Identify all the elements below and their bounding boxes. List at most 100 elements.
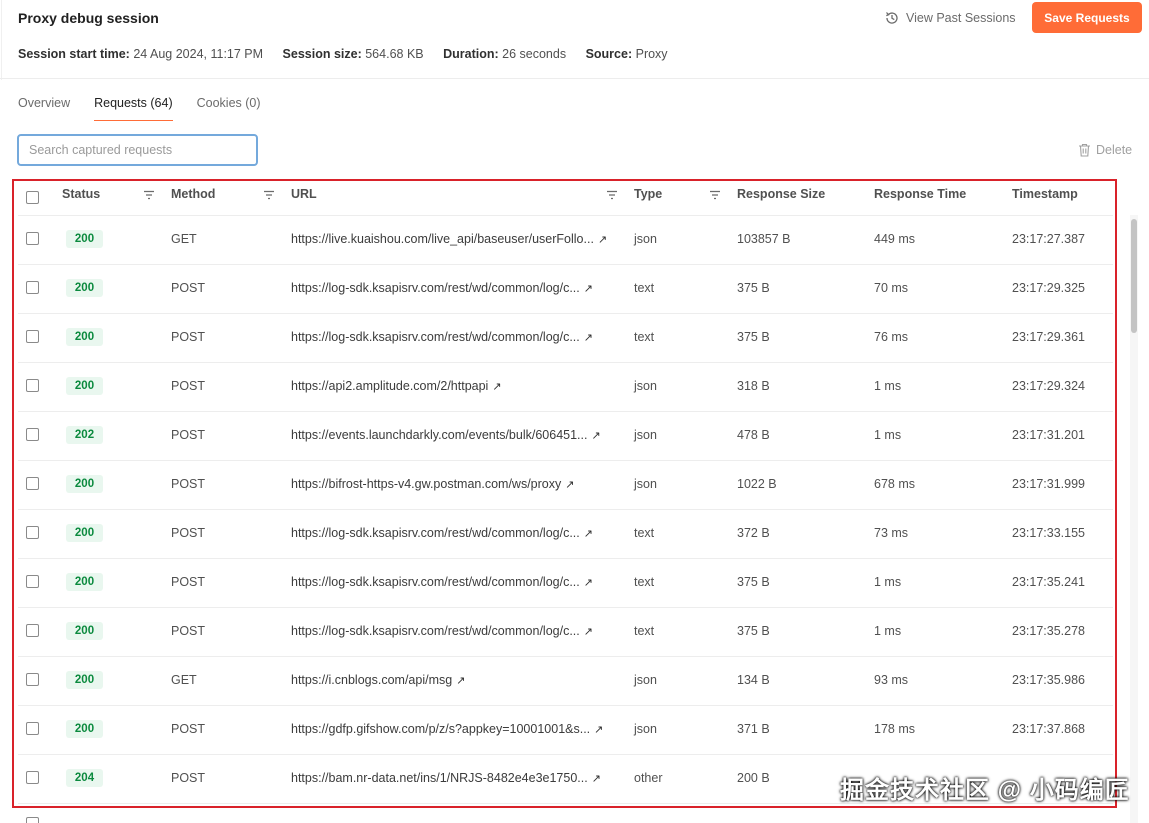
external-link-icon[interactable]: ↗ bbox=[584, 332, 593, 344]
table-row[interactable]: 200 POST https://log-sdk.ksapisrv.com/rest… bbox=[18, 314, 1113, 363]
row-checkbox[interactable] bbox=[26, 624, 39, 637]
external-link-icon[interactable]: ↗ bbox=[584, 528, 593, 540]
table-row[interactable]: 200 POST https://api2.amplitude.com/2/http… bbox=[18, 363, 1113, 412]
type-cell: json bbox=[634, 477, 657, 491]
type-cell: json bbox=[634, 428, 657, 442]
url-link[interactable]: https://log-sdk.ksapisrv.com/rest/wd/com… bbox=[291, 281, 580, 295]
url-link[interactable]: https://events.launchdarkly.com/events/b… bbox=[291, 428, 587, 442]
method-cell: POST bbox=[171, 624, 206, 638]
url-link[interactable]: https://log-sdk.ksapisrv.com/rest/wd/com… bbox=[291, 526, 580, 540]
type-filter-icon[interactable] bbox=[709, 189, 721, 201]
row-checkbox[interactable] bbox=[26, 722, 39, 735]
status-badge: 200 bbox=[66, 720, 103, 738]
external-link-icon[interactable]: ↗ bbox=[584, 626, 593, 638]
row-checkbox[interactable] bbox=[26, 232, 39, 245]
row-checkbox[interactable] bbox=[26, 379, 39, 392]
delete-button[interactable]: Delete bbox=[1078, 143, 1132, 157]
external-link-icon[interactable]: ↗ bbox=[598, 234, 607, 246]
method-cell: POST bbox=[171, 722, 206, 736]
column-timestamp: Timestamp bbox=[1012, 187, 1078, 201]
url-link[interactable]: https://bifrost-https-v4.gw.postman.com/… bbox=[291, 477, 561, 491]
response-time-cell: 678 ms bbox=[874, 477, 915, 491]
table-row[interactable]: 200 GET https://live.kuaishou.com/live_api… bbox=[18, 216, 1113, 265]
table-row[interactable]: 200 GET https://i.cnblogs.com/api/msg ↗ json… bbox=[18, 657, 1113, 706]
row-checkbox[interactable] bbox=[26, 526, 39, 539]
url-filter-icon[interactable] bbox=[606, 189, 618, 201]
method-cell: POST bbox=[171, 428, 206, 442]
timestamp-cell: 23:17:27.387 bbox=[1012, 232, 1085, 246]
timestamp-cell: 23:17:29.324 bbox=[1012, 379, 1085, 393]
method-cell: POST bbox=[171, 526, 206, 540]
table-row[interactable]: 200 POST https://log-sdk.ksapisrv.com/rest… bbox=[18, 559, 1113, 608]
row-checkbox[interactable] bbox=[26, 817, 39, 823]
row-checkbox[interactable] bbox=[26, 575, 39, 588]
url-link[interactable]: https://live.kuaishou.com/live_api/baseu… bbox=[291, 232, 594, 246]
method-filter-icon[interactable] bbox=[263, 189, 275, 201]
delete-label: Delete bbox=[1096, 143, 1133, 157]
external-link-icon[interactable]: ↗ bbox=[591, 430, 600, 442]
external-link-icon[interactable]: ↗ bbox=[584, 577, 593, 589]
table-row[interactable]: 200 POST https://gdfp.gifshow.com/p/z/s?ap… bbox=[18, 706, 1113, 755]
table-row[interactable]: 202 POST https://events.launchdarkly.com/e… bbox=[18, 412, 1113, 461]
url-link[interactable]: https://gdfp.gifshow.com/p/z/s?appkey=10… bbox=[291, 722, 590, 736]
external-link-icon[interactable]: ↗ bbox=[594, 724, 603, 736]
url-link[interactable]: https://i.cnblogs.com/api/msg bbox=[291, 673, 452, 687]
type-cell: json bbox=[634, 232, 657, 246]
scrollbar-thumb[interactable] bbox=[1131, 219, 1137, 333]
type-cell: json bbox=[634, 722, 657, 736]
row-checkbox[interactable] bbox=[26, 330, 39, 343]
status-badge: 200 bbox=[66, 377, 103, 395]
search-input[interactable] bbox=[17, 134, 258, 166]
url-link[interactable]: https://log-sdk.ksapisrv.com/rest/wd/com… bbox=[291, 624, 580, 638]
response-time-cell: 1 ms bbox=[874, 428, 902, 442]
column-type: Type bbox=[634, 187, 663, 201]
requests-table: Status Method URL Type Response Size Res… bbox=[18, 178, 1113, 804]
table-row[interactable]: 200 POST https://log-sdk.ksapisrv.com/rest… bbox=[18, 510, 1113, 559]
url-cell: https://live.kuaishou.com/live_api/baseu… bbox=[291, 232, 607, 246]
timestamp-cell: 23:17:31.201 bbox=[1012, 428, 1085, 442]
history-icon bbox=[886, 12, 898, 24]
response-size-cell: 375 B bbox=[737, 330, 770, 344]
status-badge: 200 bbox=[66, 573, 103, 591]
url-link[interactable]: https://api2.amplitude.com/2/httpapi bbox=[291, 379, 488, 393]
url-cell: https://log-sdk.ksapisrv.com/rest/wd/com… bbox=[291, 624, 593, 638]
url-cell: https://bam.nr-data.net/ins/1/NRJS-8482e… bbox=[291, 771, 601, 785]
status-filter-icon[interactable] bbox=[143, 189, 155, 201]
tab-overview[interactable]: Overview bbox=[18, 96, 70, 121]
response-size-cell: 103857 B bbox=[737, 232, 791, 246]
url-link[interactable]: https://bam.nr-data.net/ins/1/NRJS-8482e… bbox=[291, 771, 588, 785]
proxy-debug-session-page: Proxy debug session View Past Sessions S… bbox=[0, 0, 1149, 823]
select-all-checkbox[interactable] bbox=[26, 191, 39, 204]
duration-value: 26 seconds bbox=[502, 47, 567, 61]
type-cell: text bbox=[634, 575, 655, 589]
table-row[interactable]: 200 POST https://log-sdk.ksapisrv.com/rest… bbox=[18, 265, 1113, 314]
url-cell: https://log-sdk.ksapisrv.com/rest/wd/com… bbox=[291, 575, 593, 589]
external-link-icon[interactable]: ↗ bbox=[584, 283, 593, 295]
row-checkbox[interactable] bbox=[26, 477, 39, 490]
tab-requests[interactable]: Requests (64) bbox=[94, 96, 173, 121]
table-row[interactable]: 200 POST https://log-sdk.ksapisrv.com/rest… bbox=[18, 608, 1113, 657]
timestamp-cell: 23:17:29.325 bbox=[1012, 281, 1085, 295]
external-link-icon[interactable]: ↗ bbox=[592, 773, 601, 785]
row-checkbox[interactable] bbox=[26, 428, 39, 441]
header-divider bbox=[0, 78, 1149, 79]
view-past-sessions-button[interactable]: View Past Sessions bbox=[884, 10, 1016, 26]
tab-cookies[interactable]: Cookies (0) bbox=[197, 96, 261, 121]
external-link-icon[interactable]: ↗ bbox=[565, 479, 574, 491]
timestamp-cell: 23:17:35.986 bbox=[1012, 673, 1085, 687]
row-checkbox[interactable] bbox=[26, 771, 39, 784]
tab-bar: Overview Requests (64) Cookies (0) bbox=[18, 96, 261, 121]
row-checkbox[interactable] bbox=[26, 673, 39, 686]
url-cell: https://bifrost-https-v4.gw.postman.com/… bbox=[291, 477, 574, 491]
page-title: Proxy debug session bbox=[18, 10, 159, 26]
save-requests-button[interactable]: Save Requests bbox=[1032, 2, 1142, 33]
url-link[interactable]: https://log-sdk.ksapisrv.com/rest/wd/com… bbox=[291, 330, 580, 344]
method-cell: POST bbox=[171, 771, 206, 785]
table-header: Status Method URL Type Response Size Res… bbox=[18, 178, 1113, 216]
external-link-icon[interactable]: ↗ bbox=[492, 381, 501, 393]
row-checkbox[interactable] bbox=[26, 281, 39, 294]
table-row[interactable]: 200 POST https://bifrost-https-v4.gw.postm… bbox=[18, 461, 1113, 510]
url-cell: https://log-sdk.ksapisrv.com/rest/wd/com… bbox=[291, 281, 593, 295]
url-link[interactable]: https://log-sdk.ksapisrv.com/rest/wd/com… bbox=[291, 575, 580, 589]
external-link-icon[interactable]: ↗ bbox=[456, 675, 465, 687]
